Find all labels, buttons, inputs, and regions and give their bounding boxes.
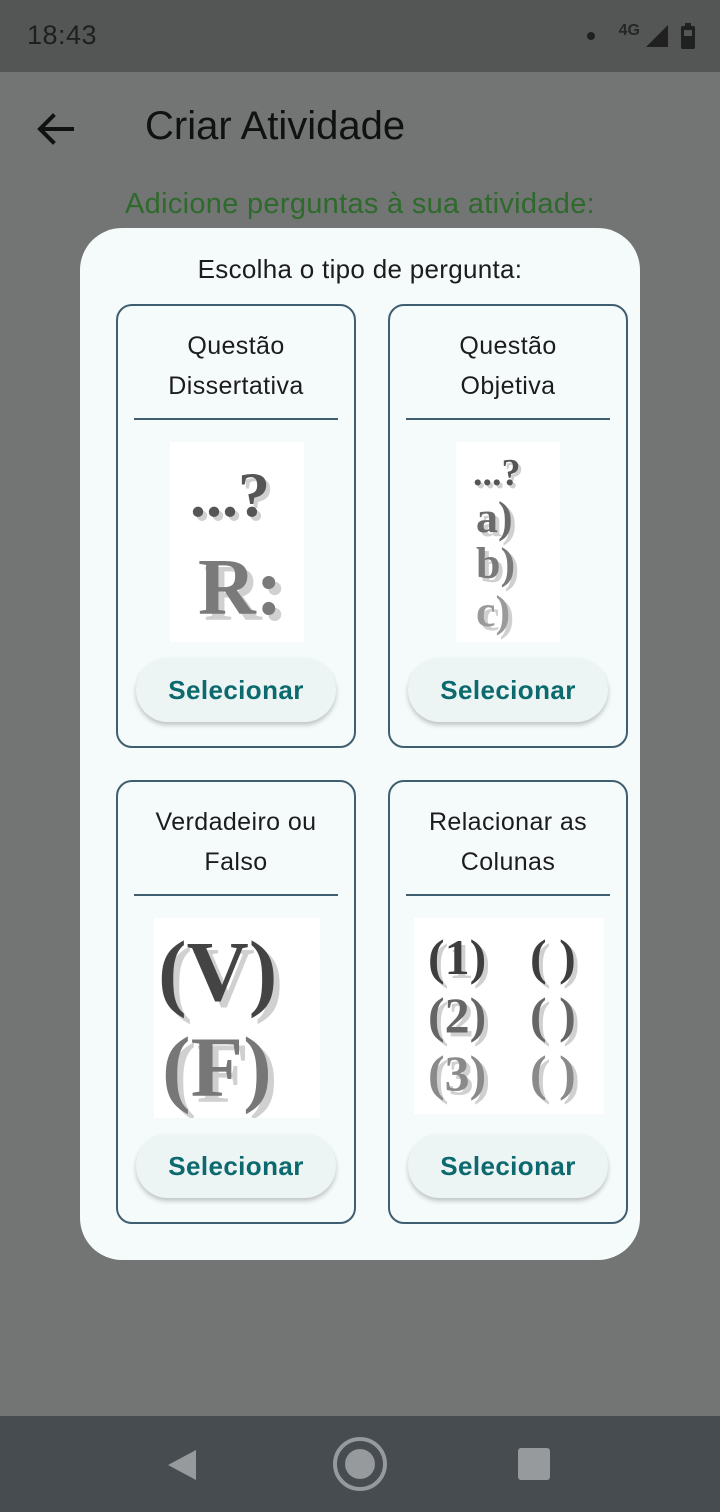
image-text-true: (V) — [158, 923, 277, 1019]
status-time: 18:43 — [27, 20, 98, 50]
image-text-false: (F) — [162, 1019, 272, 1115]
image-text-blank-2: ( ) — [530, 987, 576, 1043]
status-bar: 18:43 4G — [0, 0, 720, 72]
network-type-label: 4G — [618, 22, 640, 39]
select-relacionar-colunas-button[interactable]: Selecionar — [408, 1134, 608, 1198]
card-divider — [134, 418, 338, 420]
status-icons: 4G — [586, 18, 696, 54]
back-arrow-icon[interactable] — [34, 108, 76, 150]
card-objetiva: Questão Objetiva ...? ...? a) a) b) b) c… — [388, 304, 628, 748]
select-verdadeiro-falso-button[interactable]: Selecionar — [136, 1134, 336, 1198]
card-divider — [406, 894, 610, 896]
card-relacionar-colunas: Relacionar as Colunas (1) (1) ( ) ( ) (2… — [388, 780, 628, 1224]
card-verdadeiro-falso: Verdadeiro ou Falso (V) (V) (F) (F) Sele… — [116, 780, 356, 1224]
image-text-option-a: a) — [476, 493, 513, 542]
image-text-option-c: c) — [476, 587, 510, 636]
app-bar: Criar Atividade — [0, 72, 720, 184]
nav-recents-icon[interactable] — [518, 1448, 550, 1480]
image-text-blank-1: ( ) — [530, 929, 576, 985]
select-dissertativa-button[interactable]: Selecionar — [136, 658, 336, 722]
image-text-question: ...? — [473, 452, 521, 494]
nav-home-icon[interactable] — [332, 1436, 388, 1492]
image-text-item-3: (3) — [428, 1045, 486, 1101]
card-title: Relacionar as Colunas — [428, 808, 588, 876]
image-text-item-1: (1) — [428, 929, 486, 985]
page-title: Criar Atividade — [145, 104, 406, 148]
question-type-dialog: Escolha o tipo de pergunta: Questão Diss… — [80, 228, 640, 1260]
verdadeiro-falso-image: (V) (V) (F) (F) — [154, 918, 320, 1118]
signal-icon — [646, 25, 668, 47]
card-title: Questão Dissertativa — [168, 332, 304, 400]
image-text-answer: R: — [198, 544, 282, 632]
system-nav-bar — [0, 1416, 720, 1512]
card-divider — [406, 418, 610, 420]
nav-back-icon[interactable] — [164, 1448, 198, 1482]
objetiva-image: ...? ...? a) a) b) b) c) c) — [456, 442, 560, 642]
card-title: Verdadeiro ou Falso — [155, 808, 317, 876]
image-text-item-2: (2) — [428, 987, 486, 1043]
battery-icon — [681, 23, 695, 49]
dissertativa-image: ...? ...? R: R: — [170, 442, 304, 642]
select-objetiva-button[interactable]: Selecionar — [408, 658, 608, 722]
image-text-option-b: b) — [476, 539, 515, 588]
image-text-question: ...? — [190, 459, 270, 530]
notification-dot-icon — [586, 32, 595, 40]
card-divider — [134, 894, 338, 896]
relacionar-colunas-image: (1) (1) ( ) ( ) (2) (2) ( ) ( ) (3) (3) … — [414, 918, 604, 1114]
activity-subtitle: Adicione perguntas à sua atividade: — [125, 188, 595, 220]
dialog-title: Escolha o tipo de pergunta: — [197, 254, 523, 284]
card-dissertativa: Questão Dissertativa ...? ...? R: R: Sel… — [116, 304, 356, 748]
image-text-blank-3: ( ) — [530, 1045, 576, 1101]
card-title: Questão Objetiva — [459, 332, 557, 400]
